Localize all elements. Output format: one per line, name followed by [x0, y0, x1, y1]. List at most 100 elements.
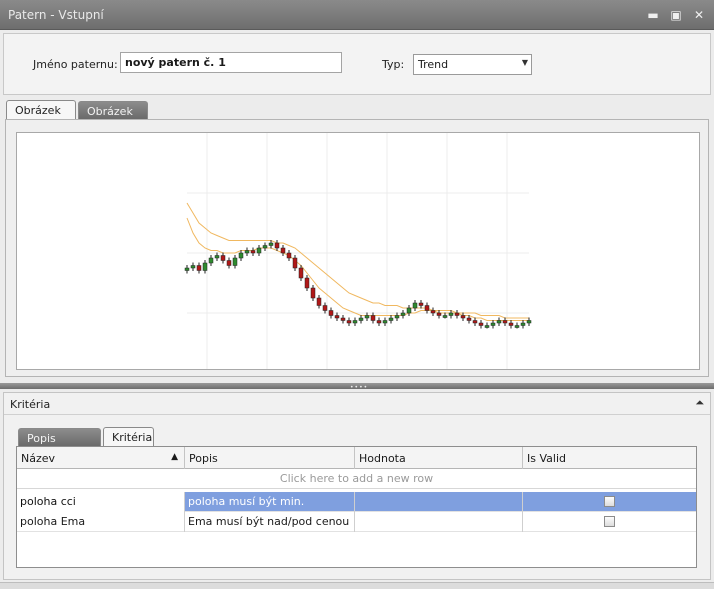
cell-value[interactable] — [355, 512, 523, 532]
candle-body — [262, 245, 268, 249]
is-valid-checkbox[interactable] — [604, 516, 615, 527]
type-select-value: Trend — [418, 58, 449, 71]
column-header-value[interactable]: Hodnota — [355, 447, 523, 469]
tab-image-1[interactable]: Obrázek 1. — [6, 100, 76, 130]
candle-body — [394, 315, 400, 319]
candle-body — [448, 312, 454, 316]
candle-body — [364, 315, 370, 319]
cell-is-valid — [523, 492, 696, 512]
candle-body — [184, 267, 190, 271]
candle-body — [340, 317, 346, 321]
candle-body — [286, 252, 292, 259]
title-bar: Patern - Vstupní ▬ ▣ ✕ — [0, 0, 714, 30]
candle-body — [214, 255, 220, 259]
candle-body — [238, 252, 244, 259]
pattern-name-input[interactable]: nový patern č. 1 — [120, 52, 342, 73]
candle-body — [520, 322, 526, 326]
candle-body — [472, 320, 478, 324]
pattern-header-panel: Jméno paternu: nový patern č. 1 Typ: Tre… — [3, 33, 711, 95]
candle-body — [454, 312, 460, 316]
price-chart — [184, 133, 532, 369]
candle-body — [316, 297, 322, 306]
moving-average-slow — [186, 202, 529, 319]
criteria-panel: Kritéria ⏶ Popis paternu Kritéria Název … — [3, 392, 711, 580]
candle-body — [346, 320, 352, 324]
candle-body — [412, 302, 418, 309]
candle-body — [250, 250, 256, 254]
candle-body — [430, 310, 436, 314]
candle-body — [322, 305, 328, 311]
collapse-icon[interactable]: ⏶ — [695, 396, 704, 410]
candle-body — [442, 315, 448, 318]
candle-body — [244, 250, 250, 254]
candle-body — [358, 317, 364, 321]
tab-criteria[interactable]: Kritéria — [103, 427, 154, 447]
close-icon[interactable]: ✕ — [690, 6, 708, 24]
cell-value[interactable] — [355, 492, 523, 512]
add-new-row[interactable]: Click here to add a new row — [17, 469, 696, 489]
tab-pattern-description[interactable]: Popis paternu — [18, 428, 101, 458]
criteria-panel-title: Kritéria — [10, 398, 51, 411]
cell-name[interactable]: poloha cci — [17, 492, 185, 512]
candle-body — [388, 317, 394, 321]
candle-body — [502, 320, 508, 324]
grip-icon: •••• — [350, 384, 369, 391]
candle-body — [490, 322, 496, 326]
candle-body — [280, 247, 286, 254]
table-row[interactable]: poloha cci poloha musí být min. — [17, 492, 696, 512]
candle-body — [202, 262, 208, 271]
candle-body — [304, 277, 310, 289]
image-tab-content — [5, 119, 709, 377]
candle-body — [424, 305, 430, 311]
column-header-description[interactable]: Popis — [185, 447, 355, 469]
splitter-handle[interactable]: •••• — [0, 383, 714, 391]
candle-body — [508, 322, 514, 326]
cell-name[interactable]: poloha Ema — [17, 512, 185, 532]
column-header-is-valid[interactable]: Is Valid — [523, 447, 696, 469]
is-valid-checkbox[interactable] — [604, 496, 615, 507]
type-select[interactable]: Trend ▼ — [413, 54, 532, 75]
candle-body — [328, 310, 334, 316]
chevron-down-icon: ▼ — [521, 58, 528, 67]
candle-body — [400, 312, 406, 316]
candle-body — [406, 307, 412, 314]
criteria-grid: Název ▲ Popis Hodnota Is Valid Click her… — [16, 446, 697, 568]
candle-body — [484, 325, 490, 328]
candle-body — [208, 257, 214, 264]
candle-body — [460, 315, 466, 319]
candle-body — [268, 242, 274, 246]
candle-body — [190, 265, 196, 269]
candle-body — [376, 320, 382, 324]
sort-ascending-icon: ▲ — [171, 452, 178, 462]
maximize-icon[interactable]: ▣ — [667, 6, 685, 24]
candle-body — [496, 320, 502, 324]
status-bar — [0, 582, 714, 589]
candle-body — [466, 317, 472, 321]
candle-body — [220, 255, 226, 261]
column-header-name[interactable]: Název ▲ — [17, 447, 185, 469]
cell-description[interactable]: Ema musí být nad/pod cenou — [185, 512, 355, 532]
candle-body — [514, 325, 520, 328]
moving-average-fast — [186, 217, 529, 321]
candle-body — [196, 265, 202, 271]
candle-body — [292, 257, 298, 269]
minimize-icon[interactable]: ▬ — [644, 6, 662, 24]
candle-body — [232, 257, 238, 266]
type-label: Typ: — [382, 58, 405, 71]
grid-header: Název ▲ Popis Hodnota Is Valid — [17, 447, 696, 469]
candle-body — [418, 302, 424, 306]
candle-body — [274, 242, 280, 249]
criteria-panel-header: Kritéria ⏶ — [4, 393, 710, 415]
pattern-name-label: Jméno paternu: — [33, 58, 118, 71]
candle-body — [298, 267, 304, 279]
cell-description[interactable]: poloha musí být min. — [185, 492, 355, 512]
tab-image-2[interactable]: Obrázek 2. — [78, 101, 148, 131]
candle-body — [310, 287, 316, 299]
candle-body — [478, 322, 484, 326]
candle-body — [226, 260, 232, 266]
table-row[interactable]: poloha Ema Ema musí být nad/pod cenou — [17, 512, 696, 532]
candle-body — [256, 247, 262, 254]
candle-body — [334, 315, 340, 319]
column-header-name-label: Název — [21, 452, 56, 465]
candle-body — [526, 320, 532, 324]
